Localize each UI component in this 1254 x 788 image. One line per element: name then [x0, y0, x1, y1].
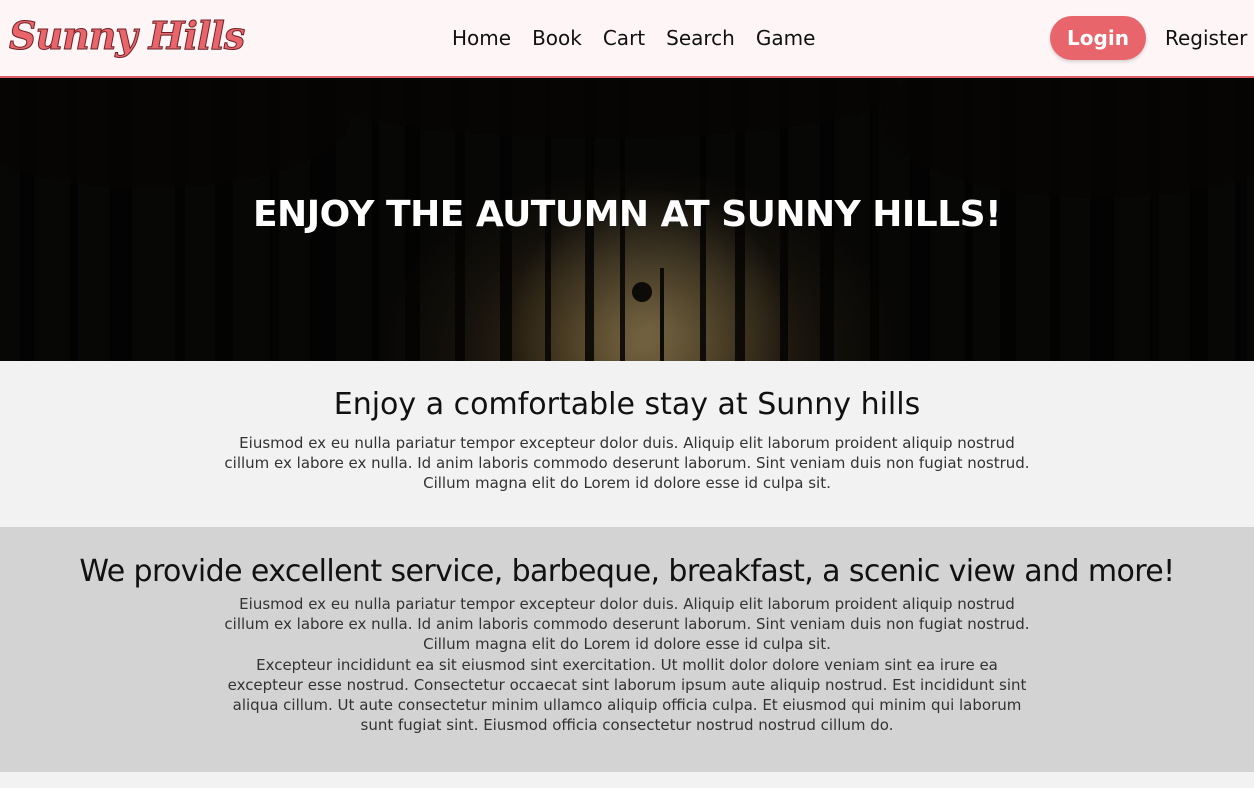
- services-paragraph-2: Excepteur incididunt ea sit eiusmod sint…: [227, 656, 1027, 734]
- services-section: We provide excellent service, barbeque, …: [0, 527, 1254, 772]
- nav-book-link[interactable]: Book: [532, 22, 582, 54]
- hero-banner: ENJOY THE AUTUMN AT SUNNY HILLS!: [0, 78, 1254, 361]
- services-paragraph-1: Eiusmod ex eu nulla pariatur tempor exce…: [224, 595, 1030, 653]
- login-button[interactable]: Login: [1050, 16, 1146, 60]
- page-bottom: [0, 772, 1254, 788]
- hero-title: ENJOY THE AUTUMN AT SUNNY HILLS!: [252, 194, 1002, 235]
- nav-game-link[interactable]: Game: [756, 22, 816, 54]
- register-link[interactable]: Register: [1165, 22, 1247, 54]
- main-nav: Home Book Cart Search Game: [452, 22, 815, 54]
- intro-section: Enjoy a comfortable stay at Sunny hills …: [0, 361, 1254, 527]
- nav-home-link[interactable]: Home: [452, 22, 511, 54]
- nav-cart-link[interactable]: Cart: [603, 22, 645, 54]
- site-logo[interactable]: Sunny Hills: [8, 10, 245, 62]
- intro-paragraph: Eiusmod ex eu nulla pariatur tempor exce…: [224, 434, 1030, 492]
- nav-search-link[interactable]: Search: [666, 22, 735, 54]
- services-heading: We provide excellent service, barbeque, …: [79, 554, 1175, 589]
- intro-heading: Enjoy a comfortable stay at Sunny hills: [333, 387, 921, 422]
- site-header: Sunny Hills Home Book Cart Search Game L…: [0, 0, 1254, 78]
